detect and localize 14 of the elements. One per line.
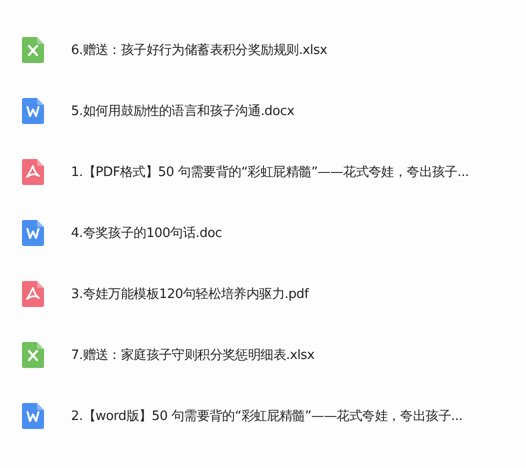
- file-name[interactable]: 5.如何用鼓励性的语言和孩子沟通.docx: [71, 102, 294, 120]
- document-file-icon: [22, 402, 44, 428]
- pdf-file-icon: [22, 158, 44, 184]
- file-name[interactable]: 6.赠送：孩子好行为储蓄表积分奖励规则.xlsx: [71, 40, 328, 58]
- file-name[interactable]: 3.夸娃万能模板120句轻松培养内驱力.pdf: [71, 284, 309, 302]
- file-name[interactable]: 2.【word版】50 句需要背的“彩虹屁精髓”——花式夸娃，夸出孩子...: [71, 406, 462, 424]
- spreadsheet-file-icon: [22, 342, 44, 368]
- pdf-file-icon: [22, 280, 44, 306]
- file-name[interactable]: 4.夸奖孩子的100句话.doc: [71, 224, 222, 242]
- file-name[interactable]: 1.【PDF格式】50 句需要背的“彩虹屁精髓”——花式夸娃，夸出孩子...: [71, 162, 469, 180]
- document-file-icon: [22, 220, 44, 246]
- document-file-icon: [22, 98, 44, 124]
- file-name[interactable]: 7.赠送：家庭孩子守则积分奖惩明细表.xlsx: [71, 346, 314, 364]
- spreadsheet-file-icon: [22, 36, 44, 62]
